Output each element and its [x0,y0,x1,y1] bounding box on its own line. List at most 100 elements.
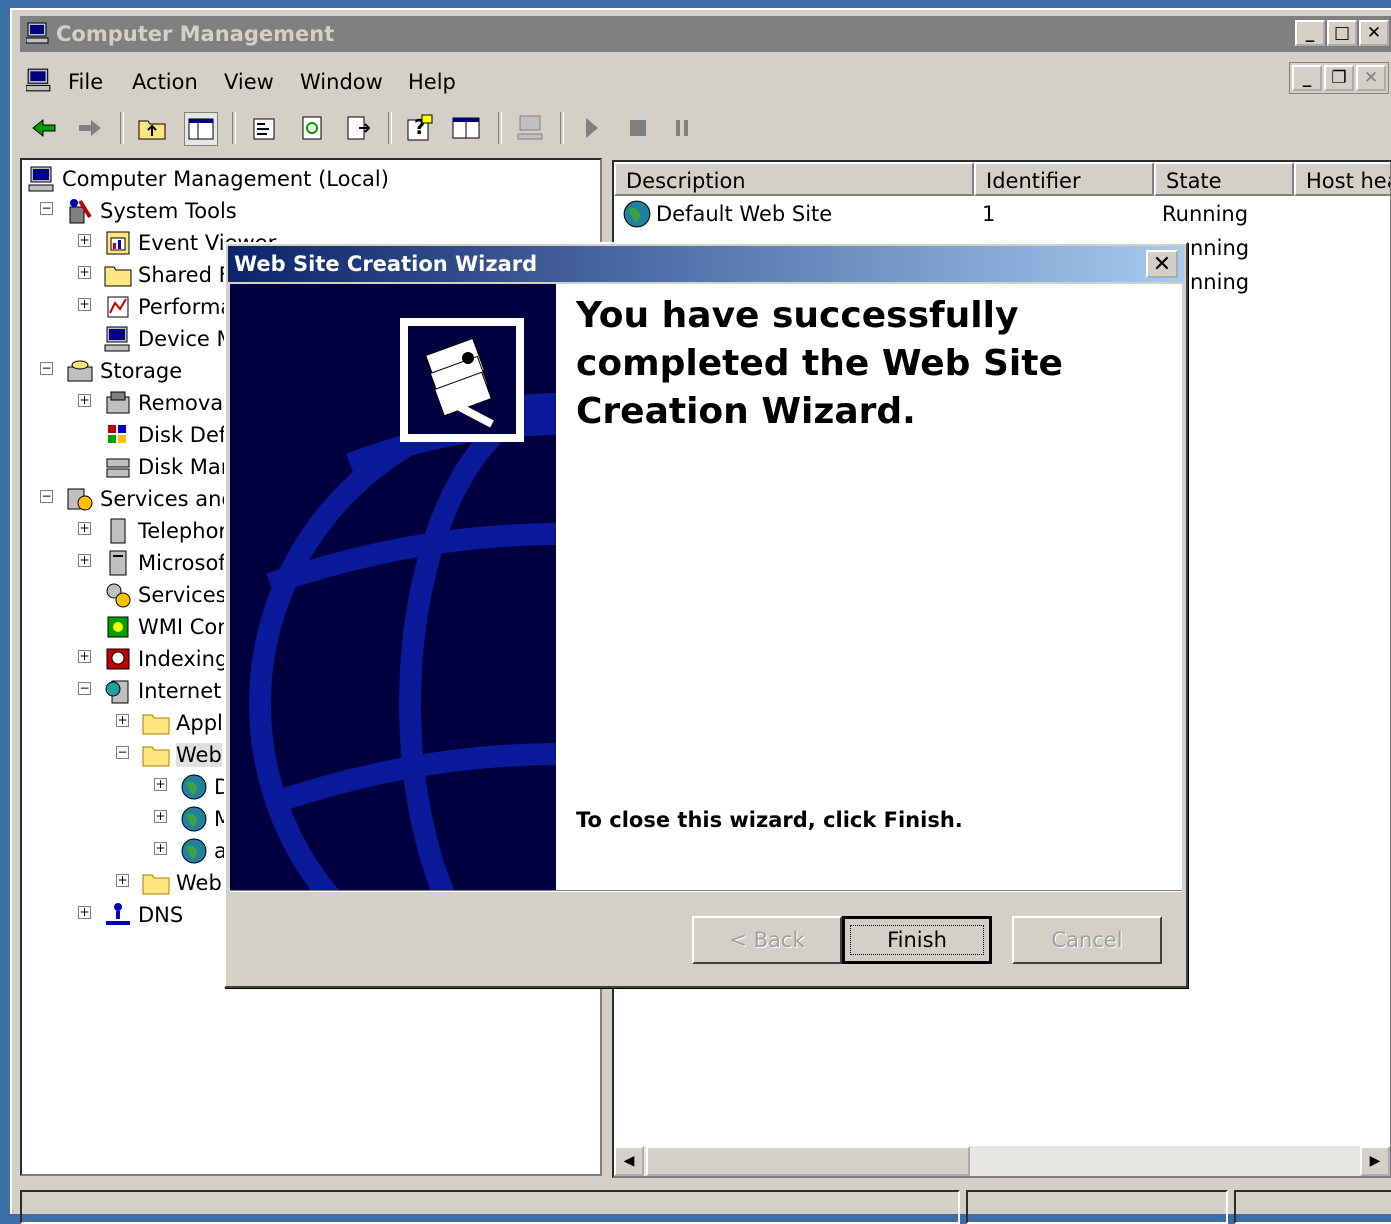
expand-icon[interactable]: + [154,778,167,791]
scroll-left-icon[interactable]: ◀ [614,1146,644,1176]
start-icon[interactable] [576,112,608,144]
collapse-icon[interactable]: − [78,682,91,695]
title-bar[interactable]: Computer Management _ □ ✕ [20,16,1391,52]
collapse-icon[interactable]: − [40,362,53,375]
list-row[interactable]: Default Web Site 1 Running [622,198,1248,230]
event-viewer-icon [106,231,130,255]
expand-icon[interactable]: + [116,714,129,727]
status-cell [20,1190,960,1224]
tree-item-label: Disk Defr [138,423,235,447]
folder-icon [104,266,132,287]
globe-icon [181,774,207,800]
tree-item-storage[interactable]: Storage [66,356,182,386]
computer-icon[interactable] [26,68,52,92]
tree-item-site-3[interactable]: a [180,836,227,866]
tree-item-label: Device M [138,327,235,351]
globe-watermark-icon [249,318,556,890]
stop-icon[interactable] [622,112,654,144]
up-folder-icon[interactable] [136,112,168,144]
minimize-button[interactable]: _ [1295,20,1325,46]
tree-item-label: Services and [100,487,235,511]
tree-item-services[interactable]: Services [104,580,227,610]
expand-icon[interactable]: + [154,842,167,855]
back-button[interactable]: < Back [692,916,842,964]
expand-icon[interactable]: + [116,874,129,887]
cancel-button[interactable]: Cancel [1012,916,1162,964]
expand-icon[interactable]: + [78,394,91,407]
dialog-close-button[interactable]: ✕ [1146,250,1178,278]
tree-item-dns[interactable]: DNS [104,900,183,930]
expand-icon[interactable]: + [154,810,167,823]
tree-item-disk-management[interactable]: Disk Man [104,452,234,482]
menu-help[interactable]: Help [408,70,456,94]
tree-item-performance[interactable]: Performa [104,292,233,322]
expand-icon[interactable]: + [78,234,91,247]
tree-item-default-web-site[interactable]: D [180,772,230,802]
expand-icon[interactable]: + [78,298,91,311]
menu-window[interactable]: Window [300,70,383,94]
tree-item-internet-information-services[interactable]: Internet [104,676,221,706]
tree-item-web-service-extensions[interactable]: Web [142,868,222,898]
help-icon[interactable]: ? [404,112,436,144]
child-close-button[interactable]: ✕ [1356,65,1386,91]
tree-item-shared-folders[interactable]: Shared F [104,260,231,290]
column-header-state[interactable]: State [1154,162,1294,196]
column-header-host-header[interactable]: Host hea [1294,162,1390,196]
status-bar [20,1190,1391,1224]
wizard-banner-image [230,284,556,890]
row-state: nning [1190,236,1250,260]
tree-item-computer-management[interactable]: Computer Management (Local) [28,164,389,194]
tree-item-application-pools[interactable]: Appl [142,708,223,738]
child-restore-button[interactable]: ❐ [1324,65,1354,91]
refresh-icon[interactable] [296,112,328,144]
expand-icon[interactable]: + [78,650,91,663]
collapse-icon[interactable]: − [116,746,129,759]
expand-icon[interactable]: + [78,554,91,567]
export-list-icon[interactable] [342,112,374,144]
expand-icon[interactable]: + [78,522,91,535]
column-header-identifier[interactable]: Identifier [974,162,1154,196]
services-icon [67,488,93,511]
tree-item-system-tools[interactable]: System Tools [66,196,237,226]
tree-item-device-manager[interactable]: Device M [104,324,235,354]
pause-icon[interactable] [666,112,698,144]
horizontal-scrollbar[interactable]: ◀ ▶ [614,1146,1390,1176]
wizard-content: You have successfully completed the Web … [556,284,1182,890]
scroll-right-icon[interactable]: ▶ [1360,1146,1390,1176]
tools-icon [69,199,92,224]
tree-item-wmi-control[interactable]: WMI Cor [104,612,226,642]
dialog-title-bar[interactable]: Web Site Creation Wizard ✕ [228,246,1184,282]
tree-item-web-sites[interactable]: Web [142,740,222,770]
connect-computer-icon[interactable] [514,112,546,144]
view-icon[interactable] [450,112,482,144]
column-header-description[interactable]: Description [614,162,974,196]
tree-item-label: Telephor [138,519,228,543]
expand-icon[interactable]: + [78,266,91,279]
tree-item-services-and-applications[interactable]: Services and [66,484,235,514]
list-row[interactable]: nning [1190,232,1249,264]
properties-icon[interactable] [248,112,280,144]
maximize-button[interactable]: □ [1327,20,1357,46]
show-hide-tree-icon[interactable] [184,112,218,146]
close-button[interactable]: ✕ [1359,20,1389,46]
child-minimize-button[interactable]: _ [1292,65,1322,91]
list-row[interactable]: nning [1190,266,1249,298]
tree-item-label: Computer Management (Local) [62,167,389,191]
back-icon[interactable] [28,112,60,144]
tree-item-microsoft[interactable]: Microsof [104,548,226,578]
expand-icon[interactable]: + [78,906,91,919]
menu-action[interactable]: Action [132,70,198,94]
menu-view[interactable]: View [224,70,274,94]
tree-item-telephony[interactable]: Telephor [104,516,227,546]
row-description: Default Web Site [656,202,833,226]
tree-item-removable-storage[interactable]: Removal [104,388,229,418]
collapse-icon[interactable]: − [40,202,53,215]
collapse-icon[interactable]: − [40,490,53,503]
finish-button[interactable]: Finish [842,916,992,964]
scroll-thumb[interactable] [646,1146,970,1176]
tree-item-disk-defragmenter[interactable]: Disk Defr [104,420,235,450]
forward-icon[interactable] [74,112,106,144]
menu-file[interactable]: File [68,70,103,94]
folder-icon [142,874,170,895]
tree-item-indexing[interactable]: Indexing [104,644,228,674]
